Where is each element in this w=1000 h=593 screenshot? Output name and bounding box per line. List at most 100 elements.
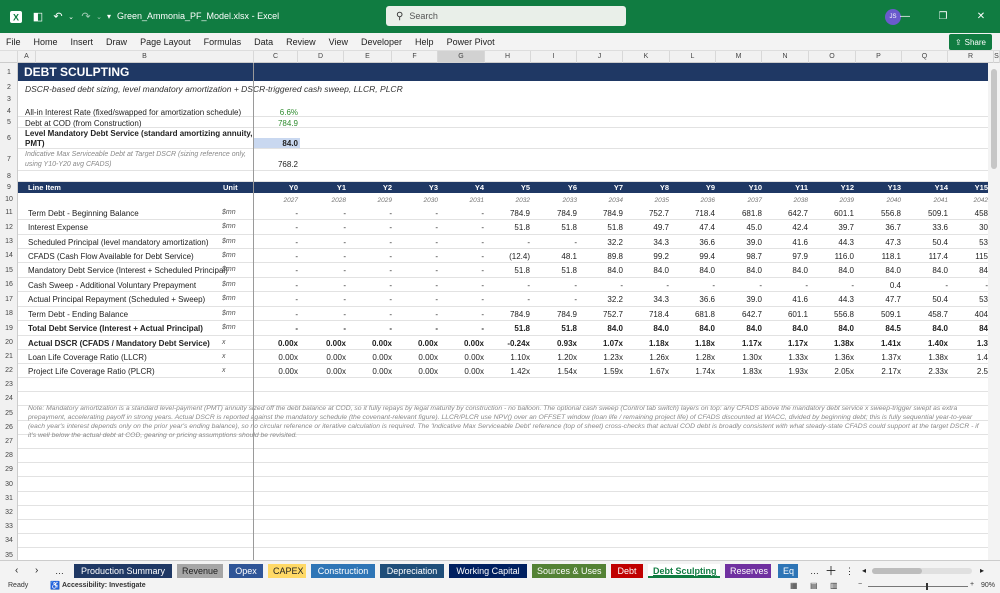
value-cell[interactable]: 50.4 xyxy=(902,295,948,304)
value-cell[interactable]: - xyxy=(346,266,392,275)
value-cell[interactable]: 84.0 xyxy=(716,266,762,275)
value-cell[interactable]: 1.17x xyxy=(716,339,762,348)
value-cell[interactable]: 84.0 xyxy=(762,266,808,275)
value-cell[interactable]: 99.2 xyxy=(623,252,669,261)
value-cell[interactable]: 36.6 xyxy=(669,238,715,247)
value-cell[interactable]: - xyxy=(438,310,484,319)
value-cell[interactable]: 509.1 xyxy=(855,310,901,319)
ribbon-tab-draw[interactable]: Draw xyxy=(106,37,127,47)
value-cell[interactable]: 51.8 xyxy=(531,266,577,275)
value-cell[interactable]: 84.5 xyxy=(855,324,901,333)
value-cell[interactable]: 784.9 xyxy=(484,310,530,319)
value-cell[interactable]: - xyxy=(438,252,484,261)
sheet-tab-reserves[interactable]: Reserves xyxy=(725,564,771,578)
column-header-c[interactable]: C xyxy=(254,51,298,63)
value-cell[interactable]: 45.0 xyxy=(716,223,762,232)
value-cell[interactable]: 1.42x xyxy=(484,367,530,376)
customize-qat-icon[interactable]: ▾ xyxy=(104,0,114,33)
column-header-k[interactable]: K xyxy=(623,51,670,63)
input-value[interactable]: 6.6% xyxy=(254,108,298,117)
value-cell[interactable]: 1.36x xyxy=(808,353,854,362)
row-header-11[interactable]: 11 xyxy=(0,209,18,216)
value-cell[interactable]: - xyxy=(392,223,438,232)
sheet-tab-revenue[interactable]: Revenue xyxy=(177,564,223,578)
sheet-tab-construction[interactable]: Construction xyxy=(311,564,375,578)
column-header-n[interactable]: N xyxy=(762,51,809,63)
value-cell[interactable]: 36.6 xyxy=(669,295,715,304)
value-cell[interactable]: - xyxy=(300,252,346,261)
row-header-21[interactable]: 21 xyxy=(0,353,18,360)
value-cell[interactable]: 84.0 xyxy=(902,266,948,275)
value-cell[interactable]: 41.6 xyxy=(762,238,808,247)
row-header-17[interactable]: 17 xyxy=(0,296,18,303)
ribbon-tab-help[interactable]: Help xyxy=(415,37,434,47)
value-cell[interactable]: - xyxy=(438,281,484,290)
value-cell[interactable]: 84.0 xyxy=(855,266,901,275)
value-cell[interactable]: 642.7 xyxy=(762,209,808,218)
value-cell[interactable]: 1.38x xyxy=(808,339,854,348)
value-cell[interactable]: - xyxy=(762,281,808,290)
value-cell[interactable]: 1.37x xyxy=(855,353,901,362)
value-cell[interactable]: 0.00x xyxy=(438,367,484,376)
value-cell[interactable]: 98.7 xyxy=(716,252,762,261)
value-cell[interactable]: - xyxy=(300,295,346,304)
accessibility-status[interactable]: Accessibility: Investigate xyxy=(62,582,146,589)
value-cell[interactable]: - xyxy=(300,223,346,232)
more-sheets-icon[interactable]: … xyxy=(50,564,69,578)
value-cell[interactable]: 0.00x xyxy=(254,367,298,376)
value-cell[interactable]: 51.8 xyxy=(484,266,530,275)
undo-dropdown-icon[interactable]: ⌄ xyxy=(66,0,76,33)
value-cell[interactable]: 1.10x xyxy=(484,353,530,362)
value-cell[interactable]: 1.18x xyxy=(623,339,669,348)
sheet-tab-sources-uses[interactable]: Sources & Uses xyxy=(532,564,606,578)
value-cell[interactable]: - xyxy=(254,324,298,333)
value-cell[interactable]: - xyxy=(346,209,392,218)
scroll-tabs-right-icon[interactable]: › xyxy=(30,564,43,578)
value-cell[interactable]: - xyxy=(254,310,298,319)
value-cell[interactable]: 36.7 xyxy=(855,223,901,232)
ribbon-tab-home[interactable]: Home xyxy=(34,37,58,47)
spreadsheet-grid[interactable]: DEBT SCULPTING DSCR-based debt sizing, l… xyxy=(18,63,988,560)
value-cell[interactable]: 681.8 xyxy=(716,209,762,218)
horizontal-scrollbar[interactable] xyxy=(872,568,972,574)
row-header-20[interactable]: 20 xyxy=(0,339,18,346)
column-header-l[interactable]: L xyxy=(670,51,716,63)
value-cell[interactable]: 1.3 xyxy=(948,339,988,348)
value-cell[interactable]: 784.9 xyxy=(531,310,577,319)
input-value[interactable]: 84.0 xyxy=(254,139,298,148)
value-cell[interactable]: 1.26x xyxy=(623,353,669,362)
value-cell[interactable]: 1.83x xyxy=(716,367,762,376)
value-cell[interactable]: 784.9 xyxy=(531,209,577,218)
value-cell[interactable]: - xyxy=(392,281,438,290)
zoom-level[interactable]: 90% xyxy=(981,582,995,589)
zoom-slider[interactable] xyxy=(868,583,968,590)
value-cell[interactable]: - xyxy=(254,281,298,290)
value-cell[interactable]: 2.17x xyxy=(855,367,901,376)
value-cell[interactable]: 34.3 xyxy=(623,238,669,247)
column-header-q[interactable]: Q xyxy=(902,51,948,63)
value-cell[interactable]: 1.23x xyxy=(577,353,623,362)
value-cell[interactable]: 784.9 xyxy=(577,209,623,218)
value-cell[interactable]: - xyxy=(254,223,298,232)
value-cell[interactable]: 32.2 xyxy=(577,295,623,304)
value-cell[interactable]: - xyxy=(392,310,438,319)
value-cell[interactable]: 1.18x xyxy=(669,339,715,348)
value-cell[interactable]: 0.00x xyxy=(346,367,392,376)
row-header-29[interactable]: 29 xyxy=(0,466,18,473)
value-cell[interactable]: 1.17x xyxy=(762,339,808,348)
value-cell[interactable]: 51.8 xyxy=(577,223,623,232)
row-header-6[interactable]: 6 xyxy=(0,135,18,142)
row-header-30[interactable]: 30 xyxy=(0,481,18,488)
row-header-3[interactable]: 3 xyxy=(0,96,18,103)
value-cell[interactable]: - xyxy=(346,324,392,333)
sheet-tab-production-summary[interactable]: Production Summary xyxy=(74,564,172,578)
ribbon-tab-power-pivot[interactable]: Power Pivot xyxy=(447,37,495,47)
value-cell[interactable]: 1.40x xyxy=(902,339,948,348)
value-cell[interactable]: 2.5 xyxy=(948,367,988,376)
value-cell[interactable]: 51.8 xyxy=(484,223,530,232)
value-cell[interactable]: - xyxy=(392,324,438,333)
hscroll-thumb[interactable] xyxy=(872,568,922,574)
value-cell[interactable]: 84 xyxy=(948,266,988,275)
value-cell[interactable]: 0.00x xyxy=(300,367,346,376)
value-cell[interactable]: - xyxy=(948,281,988,290)
